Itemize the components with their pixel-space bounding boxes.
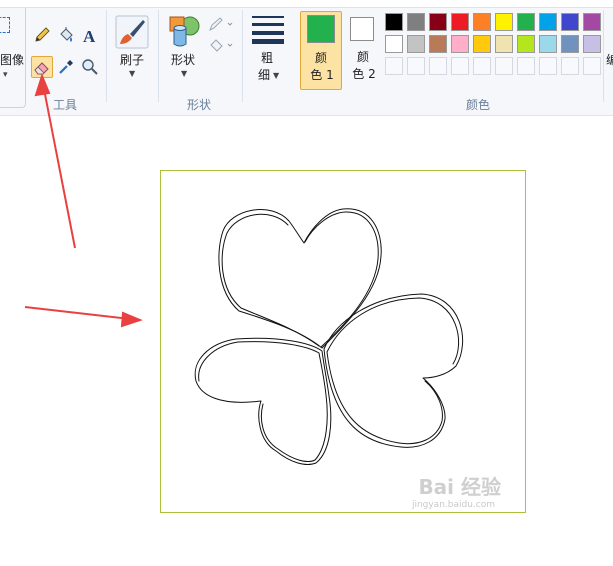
eyedropper-icon — [59, 60, 73, 74]
palette-color-swatch[interactable] — [561, 13, 579, 31]
brush-icon — [115, 15, 149, 49]
color2-button[interactable]: 颜 色 2 — [346, 11, 380, 90]
watermark: Bai 经验 — [418, 475, 501, 499]
palette-color-swatch[interactable] — [451, 13, 469, 31]
palette-color-swatch[interactable] — [517, 35, 535, 53]
color-picker-tool[interactable] — [55, 56, 77, 78]
text-icon: A — [83, 27, 96, 44]
palette-color-swatch[interactable] — [583, 35, 601, 53]
group-separator — [158, 10, 159, 102]
pencil-tool[interactable] — [31, 24, 53, 46]
image-dropdown-arrow[interactable]: ▾ — [3, 70, 8, 80]
palette-color-swatch[interactable] — [561, 35, 579, 53]
shapes-label[interactable]: 形状 — [171, 51, 195, 68]
palette-color-swatch[interactable] — [407, 35, 425, 53]
select-icon[interactable] — [0, 17, 10, 33]
clover-drawing — [194, 208, 464, 465]
paint-bucket-icon — [60, 27, 73, 42]
colors-group-label: 颜色 — [466, 98, 491, 112]
palette-color-swatch[interactable] — [473, 35, 491, 53]
palette-empty-cell[interactable] — [451, 57, 469, 75]
palette-color-swatch[interactable] — [495, 13, 513, 31]
color1-label-line2: 色 1 — [310, 68, 334, 82]
group-separator — [242, 10, 243, 102]
shapes-dropdown-arrow[interactable]: ▼ — [181, 69, 187, 78]
svg-text:A: A — [83, 27, 96, 44]
palette-color-swatch[interactable] — [407, 13, 425, 31]
color2-swatch — [350, 17, 374, 41]
magnifier-tool[interactable] — [79, 56, 101, 78]
arrow-head-canvas — [120, 311, 143, 328]
group-separator — [106, 10, 107, 102]
palette-color-swatch[interactable] — [473, 13, 491, 31]
palette-empty-cell[interactable] — [495, 57, 513, 75]
palette-empty-cell[interactable] — [561, 57, 579, 75]
ribbon: 图像 ▾ A 工具 刷子 ▼ 形状 ▼ 形状 粗 细 ▼ 颜 色 1 颜 色 2… — [0, 0, 613, 116]
edit-colors-label[interactable]: 编 — [606, 51, 613, 68]
shapes-group-label: 形状 — [187, 98, 212, 112]
size-button[interactable] — [251, 14, 285, 46]
group-separator — [603, 10, 604, 102]
watermark-url: jingyan.baidu.com — [411, 500, 495, 510]
shapes-icon — [169, 16, 200, 47]
size-label-line1[interactable]: 粗 — [257, 50, 277, 67]
arrow-to-canvas — [24, 306, 131, 320]
palette-color-swatch[interactable] — [583, 13, 601, 31]
brush-label[interactable]: 刷子 — [120, 51, 144, 68]
color1-button[interactable]: 颜 色 1 — [300, 11, 342, 90]
palette-color-swatch[interactable] — [429, 35, 447, 53]
palette-color-swatch[interactable] — [385, 13, 403, 31]
palette-color-swatch[interactable] — [517, 13, 535, 31]
brush-button[interactable] — [114, 14, 150, 50]
palette-color-swatch[interactable] — [539, 35, 557, 53]
size-label-line2[interactable]: 细 — [254, 67, 274, 84]
color2-label-line2: 色 2 — [352, 67, 376, 81]
palette-empty-cell[interactable] — [539, 57, 557, 75]
outline-button[interactable] — [208, 16, 236, 32]
text-tool[interactable]: A — [79, 24, 101, 46]
palette-empty-cell[interactable] — [517, 57, 535, 75]
tools-group-label: 工具 — [53, 98, 78, 112]
palette-empty-cell[interactable] — [473, 57, 491, 75]
palette-color-swatch[interactable] — [451, 35, 469, 53]
palette-color-swatch[interactable] — [539, 13, 557, 31]
palette-color-swatch[interactable] — [495, 35, 513, 53]
eraser-icon — [34, 62, 49, 75]
eraser-tool[interactable] — [31, 56, 53, 78]
palette-color-swatch[interactable] — [385, 35, 403, 53]
palette-empty-cell[interactable] — [385, 57, 403, 75]
image-button-label[interactable]: 图像 — [0, 51, 24, 68]
size-dropdown-arrow[interactable]: ▼ — [273, 71, 279, 80]
fill-bucket-icon — [210, 39, 233, 52]
color1-label-line1: 颜 — [314, 51, 327, 65]
brush-dropdown-arrow[interactable]: ▼ — [129, 69, 135, 78]
palette-empty-cell[interactable] — [407, 57, 425, 75]
fill-tool[interactable] — [55, 24, 77, 46]
palette-empty-cell[interactable] — [583, 57, 601, 75]
color1-swatch — [307, 15, 335, 43]
magnifier-icon — [82, 59, 98, 75]
palette-color-swatch[interactable] — [429, 13, 447, 31]
fill-button[interactable] — [208, 37, 236, 53]
outline-pencil-icon — [209, 17, 233, 32]
color2-label-line1: 颜 — [356, 50, 369, 64]
shapes-button[interactable] — [166, 14, 202, 50]
palette-empty-cell[interactable] — [429, 57, 447, 75]
drawing-canvas[interactable]: Bai 经验 jingyan.baidu.com — [160, 170, 526, 513]
line-size-icon — [252, 16, 284, 44]
pencil-icon — [35, 27, 50, 42]
ribbon-tab-strip — [0, 0, 613, 8]
